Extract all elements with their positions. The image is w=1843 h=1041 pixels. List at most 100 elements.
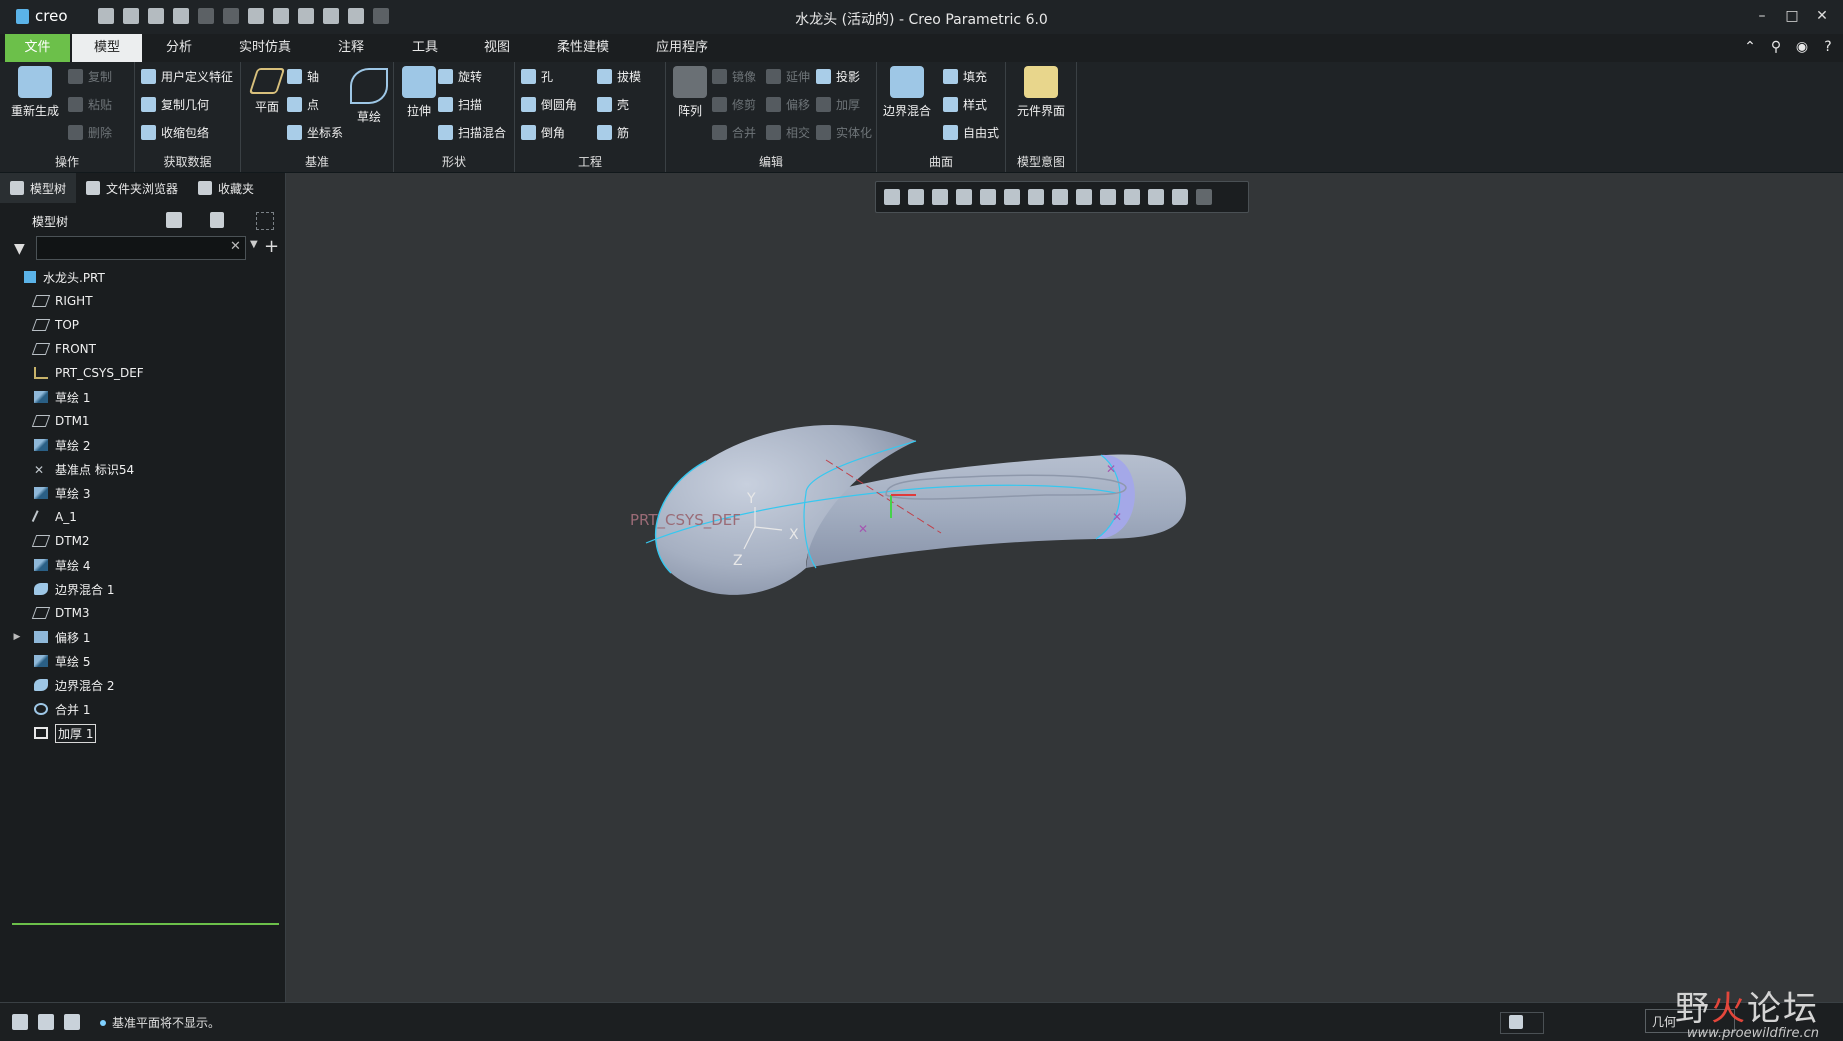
tree-item-sketch-2[interactable]: 草绘 2 [10, 433, 280, 457]
learning-connector-icon[interactable]: ◉ [1793, 38, 1811, 56]
sweep-button[interactable]: 扫描 [438, 96, 482, 113]
edit-icon[interactable] [298, 8, 314, 24]
pattern-button[interactable]: 阵列 [670, 66, 710, 119]
shrinkwrap-button[interactable]: 收缩包络 [141, 124, 209, 141]
merge-button[interactable]: 合并 [712, 124, 756, 141]
help-icon[interactable]: ? [1819, 38, 1837, 56]
csys-button[interactable]: 坐标系 [287, 124, 343, 141]
tree-item-dtm1[interactable]: DTM1 [10, 409, 280, 433]
tree-settings-icon[interactable] [166, 212, 182, 228]
style-button[interactable]: 样式 [943, 96, 987, 113]
extend-button[interactable]: 延伸 [766, 68, 810, 85]
group-label-operations[interactable]: 操作 [0, 153, 134, 170]
boundary-blend-button[interactable]: 边界混合 [879, 66, 935, 119]
group-label-engineering[interactable]: 工程 [515, 153, 665, 170]
toggle-navigator-icon[interactable] [12, 1014, 28, 1030]
tab-file[interactable]: 文件 [5, 34, 70, 62]
chamfer-button[interactable]: 倒角 [521, 124, 565, 141]
tab-analysis[interactable]: 分析 [148, 34, 210, 62]
save-icon[interactable] [173, 8, 189, 24]
solidify-button[interactable]: 实体化 [816, 124, 872, 141]
tree-item-sketch-5[interactable]: 草绘 5 [10, 649, 280, 673]
nav-tab-folder-browser[interactable]: 文件夹浏览器 [76, 173, 188, 203]
project-button[interactable]: 投影 [816, 68, 860, 85]
tree-item-thicken-1[interactable]: 加厚 1 [10, 721, 280, 745]
group-label-model-intent[interactable]: 模型意图 [1006, 153, 1076, 170]
copy-geometry-button[interactable]: 复制几何 [141, 96, 209, 113]
fullscreen-icon[interactable] [64, 1014, 80, 1030]
copy-button[interactable]: 复制 [68, 68, 112, 85]
tab-applications[interactable]: 应用程序 [644, 34, 720, 62]
freestyle-button[interactable]: 自由式 [943, 124, 999, 141]
thicken-button[interactable]: 加厚 [816, 96, 860, 113]
tree-columns-icon[interactable] [210, 212, 224, 228]
windows-icon[interactable] [273, 8, 289, 24]
nav-tab-model-tree[interactable]: 模型树 [0, 173, 77, 203]
add-filter-icon[interactable]: + [264, 236, 279, 257]
group-label-shapes[interactable]: 形状 [394, 153, 514, 170]
rib-button[interactable]: 筋 [597, 124, 629, 141]
tree-item-right[interactable]: RIGHT [10, 289, 280, 313]
fill-button[interactable]: 填充 [943, 68, 987, 85]
sketch-button[interactable]: 草绘 [349, 68, 389, 125]
tree-item-offset-1[interactable]: ▶ 偏移 1 [10, 625, 280, 649]
find-tool-button[interactable] [1500, 1012, 1544, 1034]
tree-item-axis-a1[interactable]: A_1 [10, 505, 280, 529]
tree-item-dtm3[interactable]: DTM3 [10, 601, 280, 625]
open-file-icon[interactable] [148, 8, 164, 24]
tree-search-input[interactable] [36, 236, 246, 260]
tree-item-dtm2[interactable]: DTM2 [10, 529, 280, 553]
regenerate-small-icon[interactable] [248, 8, 264, 24]
extrude-button[interactable]: 拉伸 [398, 66, 440, 119]
tree-filter-toggle-icon[interactable] [256, 212, 274, 230]
draft-button[interactable]: 拔模 [597, 68, 641, 85]
delete-button[interactable]: 删除 [68, 124, 112, 141]
tree-item-sketch-4[interactable]: 草绘 4 [10, 553, 280, 577]
group-label-get-data[interactable]: 获取数据 [135, 153, 240, 170]
paste-button[interactable]: 粘贴 [68, 96, 112, 113]
datum-point-button[interactable]: 点 [287, 96, 319, 113]
faucet-model[interactable]: ✕ ✕ ✕ Y X Z PRT_CSYS_DEF [286, 173, 1843, 1002]
round-button[interactable]: 倒圆角 [521, 96, 577, 113]
filter-dropdown-icon[interactable]: ▼ [250, 239, 258, 250]
tree-item-boundary-blend-2[interactable]: 边界混合 2 [10, 673, 280, 697]
tree-item-sketch-1[interactable]: 草绘 1 [10, 385, 280, 409]
shell-button[interactable]: 壳 [597, 96, 629, 113]
maximize-button[interactable]: □ [1781, 6, 1803, 26]
mirror-button[interactable]: 镜像 [712, 68, 756, 85]
close-button[interactable]: ✕ [1811, 6, 1833, 26]
group-label-surfaces[interactable]: 曲面 [877, 153, 1005, 170]
offset-button[interactable]: 偏移 [766, 96, 810, 113]
tab-annotate[interactable]: 注释 [320, 34, 382, 62]
tab-model[interactable]: 模型 [72, 34, 142, 62]
datum-axis-button[interactable]: 轴 [287, 68, 319, 85]
clear-search-icon[interactable]: ✕ [230, 239, 241, 254]
new-session-icon[interactable] [123, 8, 139, 24]
tab-tools[interactable]: 工具 [394, 34, 456, 62]
graphics-area[interactable]: ✕ ✕ ✕ Y X Z PRT_CSYS_DEF [286, 173, 1843, 1002]
tree-item-boundary-blend-1[interactable]: 边界混合 1 [10, 577, 280, 601]
revolve-button[interactable]: 旋转 [438, 68, 482, 85]
tree-item-datum-point[interactable]: ✕ 基准点 标识54 [10, 457, 280, 481]
hole-button[interactable]: 孔 [521, 68, 553, 85]
trim-button[interactable]: 修剪 [712, 96, 756, 113]
toggle-browser-icon[interactable] [38, 1014, 54, 1030]
undo-icon[interactable] [198, 8, 214, 24]
tree-item-merge-1[interactable]: 合并 1 [10, 697, 280, 721]
insert-here-indicator[interactable] [12, 923, 279, 925]
tree-item-sketch-3[interactable]: 草绘 3 [10, 481, 280, 505]
expand-arrow-icon[interactable]: ▶ [10, 632, 24, 642]
tab-flexible-modeling[interactable]: 柔性建模 [545, 34, 621, 62]
nav-tab-favorites[interactable]: 收藏夹 [188, 173, 264, 203]
tree-item-part[interactable]: 水龙头.PRT [10, 265, 280, 289]
switch-window-icon[interactable] [323, 8, 339, 24]
swept-blend-button[interactable]: 扫描混合 [438, 124, 506, 141]
close-window-icon[interactable] [348, 8, 364, 24]
tab-live-simulation[interactable]: 实时仿真 [230, 34, 300, 62]
tree-item-top[interactable]: TOP [10, 313, 280, 337]
tab-view[interactable]: 视图 [466, 34, 528, 62]
new-file-icon[interactable] [98, 8, 114, 24]
udf-button[interactable]: 用户定义特征 [141, 68, 233, 85]
minimize-button[interactable]: – [1751, 6, 1773, 26]
group-label-editing[interactable]: 编辑 [666, 153, 876, 170]
